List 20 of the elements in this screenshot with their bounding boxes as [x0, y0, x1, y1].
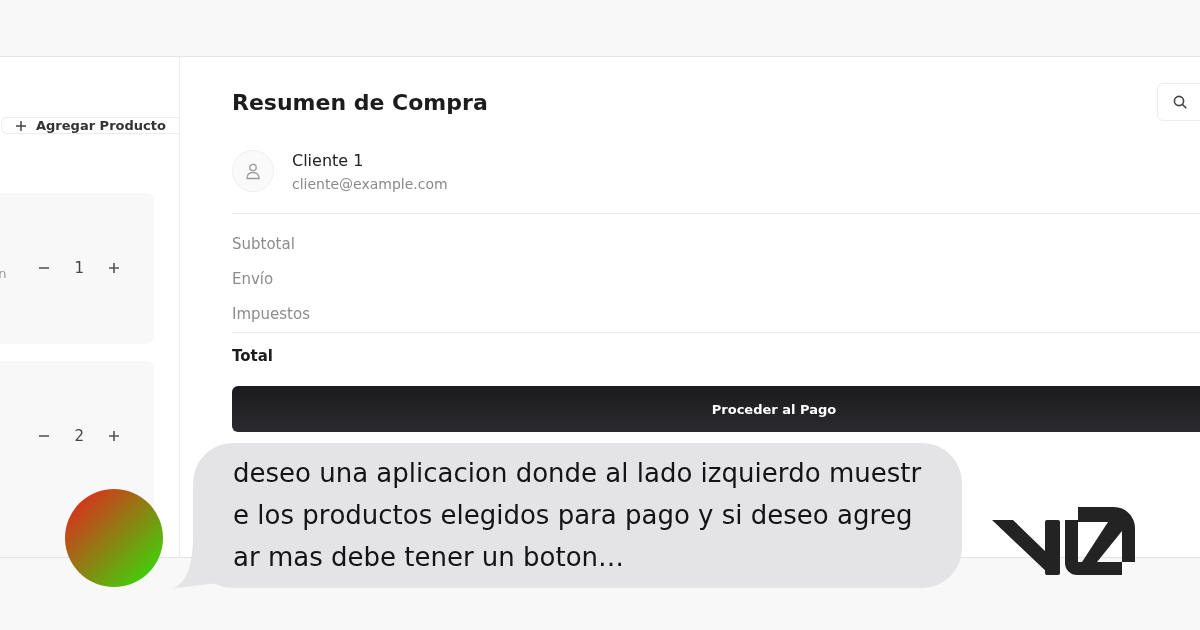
summary-label: Impuestos — [232, 304, 311, 325]
plus-icon — [108, 430, 120, 442]
avatar-icon — [65, 489, 163, 587]
logo-icon — [990, 505, 1135, 577]
quantity-value: 2 — [74, 427, 84, 445]
summary-label: Envío — [232, 269, 275, 290]
search-icon — [1173, 95, 1187, 109]
customer-email: cliente@example.com — [292, 175, 448, 192]
checkout-button[interactable]: Proceder al Pago — [232, 386, 1200, 432]
user-avatar-icon — [232, 150, 274, 192]
summary-label: Subtotal — [232, 234, 296, 255]
customer-name: Cliente 1 — [292, 150, 365, 171]
plus-icon — [16, 120, 26, 131]
total-label: Total — [232, 346, 274, 367]
add-product-button[interactable]: Agregar Producto — [1, 117, 179, 134]
summary-title: Resumen de Compra — [232, 89, 488, 115]
plus-icon — [108, 262, 120, 274]
chat-message: deseo una aplicacion donde al lado izquierdo muestre los productos elegidos para pago y si deseo agregar mas debe tener un boton… — [233, 457, 923, 574]
quantity-value: 1 — [74, 259, 84, 277]
product-detail: n — [0, 265, 7, 281]
